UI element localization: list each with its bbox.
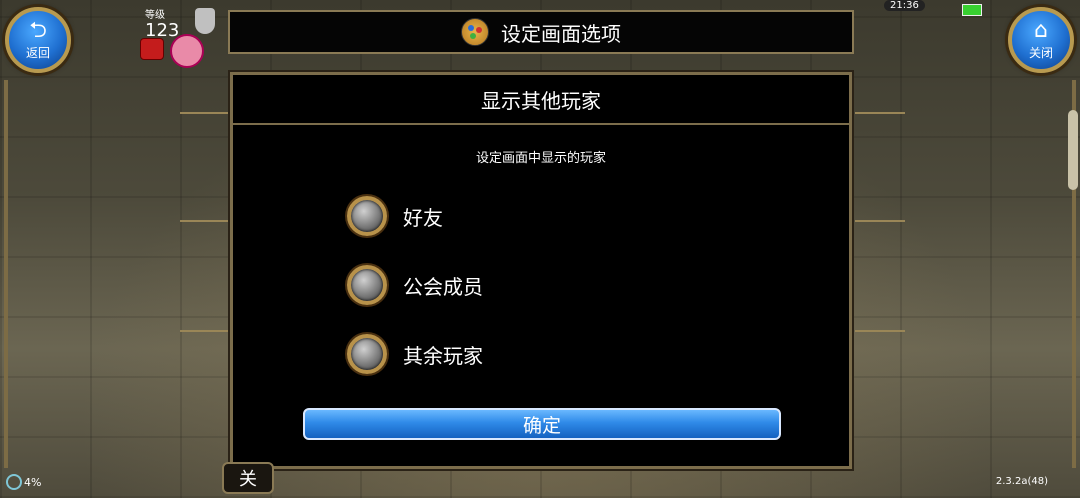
- load-indicator: 4%: [6, 474, 41, 490]
- scrollbar[interactable]: [1068, 110, 1078, 190]
- frame-ornament: [855, 220, 905, 222]
- radio-button[interactable]: [347, 334, 387, 374]
- home-icon: ⌂: [1034, 18, 1048, 43]
- dialog-title: 显示其他玩家: [481, 88, 601, 113]
- option-label: 公会成员: [403, 274, 483, 299]
- left-frame: [4, 80, 8, 468]
- confirm-label: 确定: [522, 414, 561, 437]
- option-label: 好友: [403, 205, 443, 230]
- frame-ornament: [180, 330, 230, 332]
- settings-title-bar: 设定画面选项: [228, 10, 854, 54]
- option-friends[interactable]: 好友: [347, 196, 443, 236]
- option-label: 其余玩家: [403, 343, 483, 368]
- back-arrow-icon: ⮌: [29, 18, 47, 43]
- frame-ornament: [180, 220, 230, 222]
- dialog-header: 显示其他玩家: [233, 75, 849, 125]
- dialog-subtitle: 设定画面中显示的玩家: [475, 151, 606, 166]
- option-other-players[interactable]: 其余玩家: [347, 334, 483, 374]
- loading-icon: [6, 474, 22, 490]
- radio-button[interactable]: [347, 196, 387, 236]
- close-label: 关闭: [1028, 46, 1053, 60]
- potion-icon[interactable]: [195, 8, 215, 34]
- frame-ornament: [855, 112, 905, 114]
- palette-icon: [461, 18, 489, 46]
- frame-ornament: [855, 330, 905, 332]
- red-bag-icon[interactable]: [140, 38, 164, 60]
- gift-box-icon[interactable]: [170, 34, 204, 68]
- clock-text: 21:36: [890, 0, 919, 11]
- back-button[interactable]: ⮌ 返回: [5, 7, 71, 73]
- settings-title: 设定画面选项: [501, 21, 621, 46]
- bottom-tab[interactable]: 关: [222, 462, 274, 494]
- load-percent: 4%: [24, 475, 42, 489]
- close-button[interactable]: ⌂ 关闭: [1008, 7, 1074, 73]
- bottom-tab-label: 关: [239, 469, 257, 490]
- option-guild-members[interactable]: 公会成员: [347, 265, 483, 305]
- level-display: 等级 123: [145, 6, 179, 41]
- back-label: 返回: [25, 46, 50, 60]
- version-text: 2.3.2a(48): [995, 476, 1048, 487]
- battery-icon: [962, 4, 982, 16]
- frame-ornament: [180, 112, 230, 114]
- clock: 21:36: [884, 0, 925, 11]
- level-label: 等级: [145, 10, 165, 21]
- show-players-dialog: 显示其他玩家 设定画面中显示的玩家 好友 公会成员 其余玩家 确定: [230, 72, 852, 469]
- confirm-button[interactable]: 确定: [303, 408, 781, 440]
- radio-button[interactable]: [347, 265, 387, 305]
